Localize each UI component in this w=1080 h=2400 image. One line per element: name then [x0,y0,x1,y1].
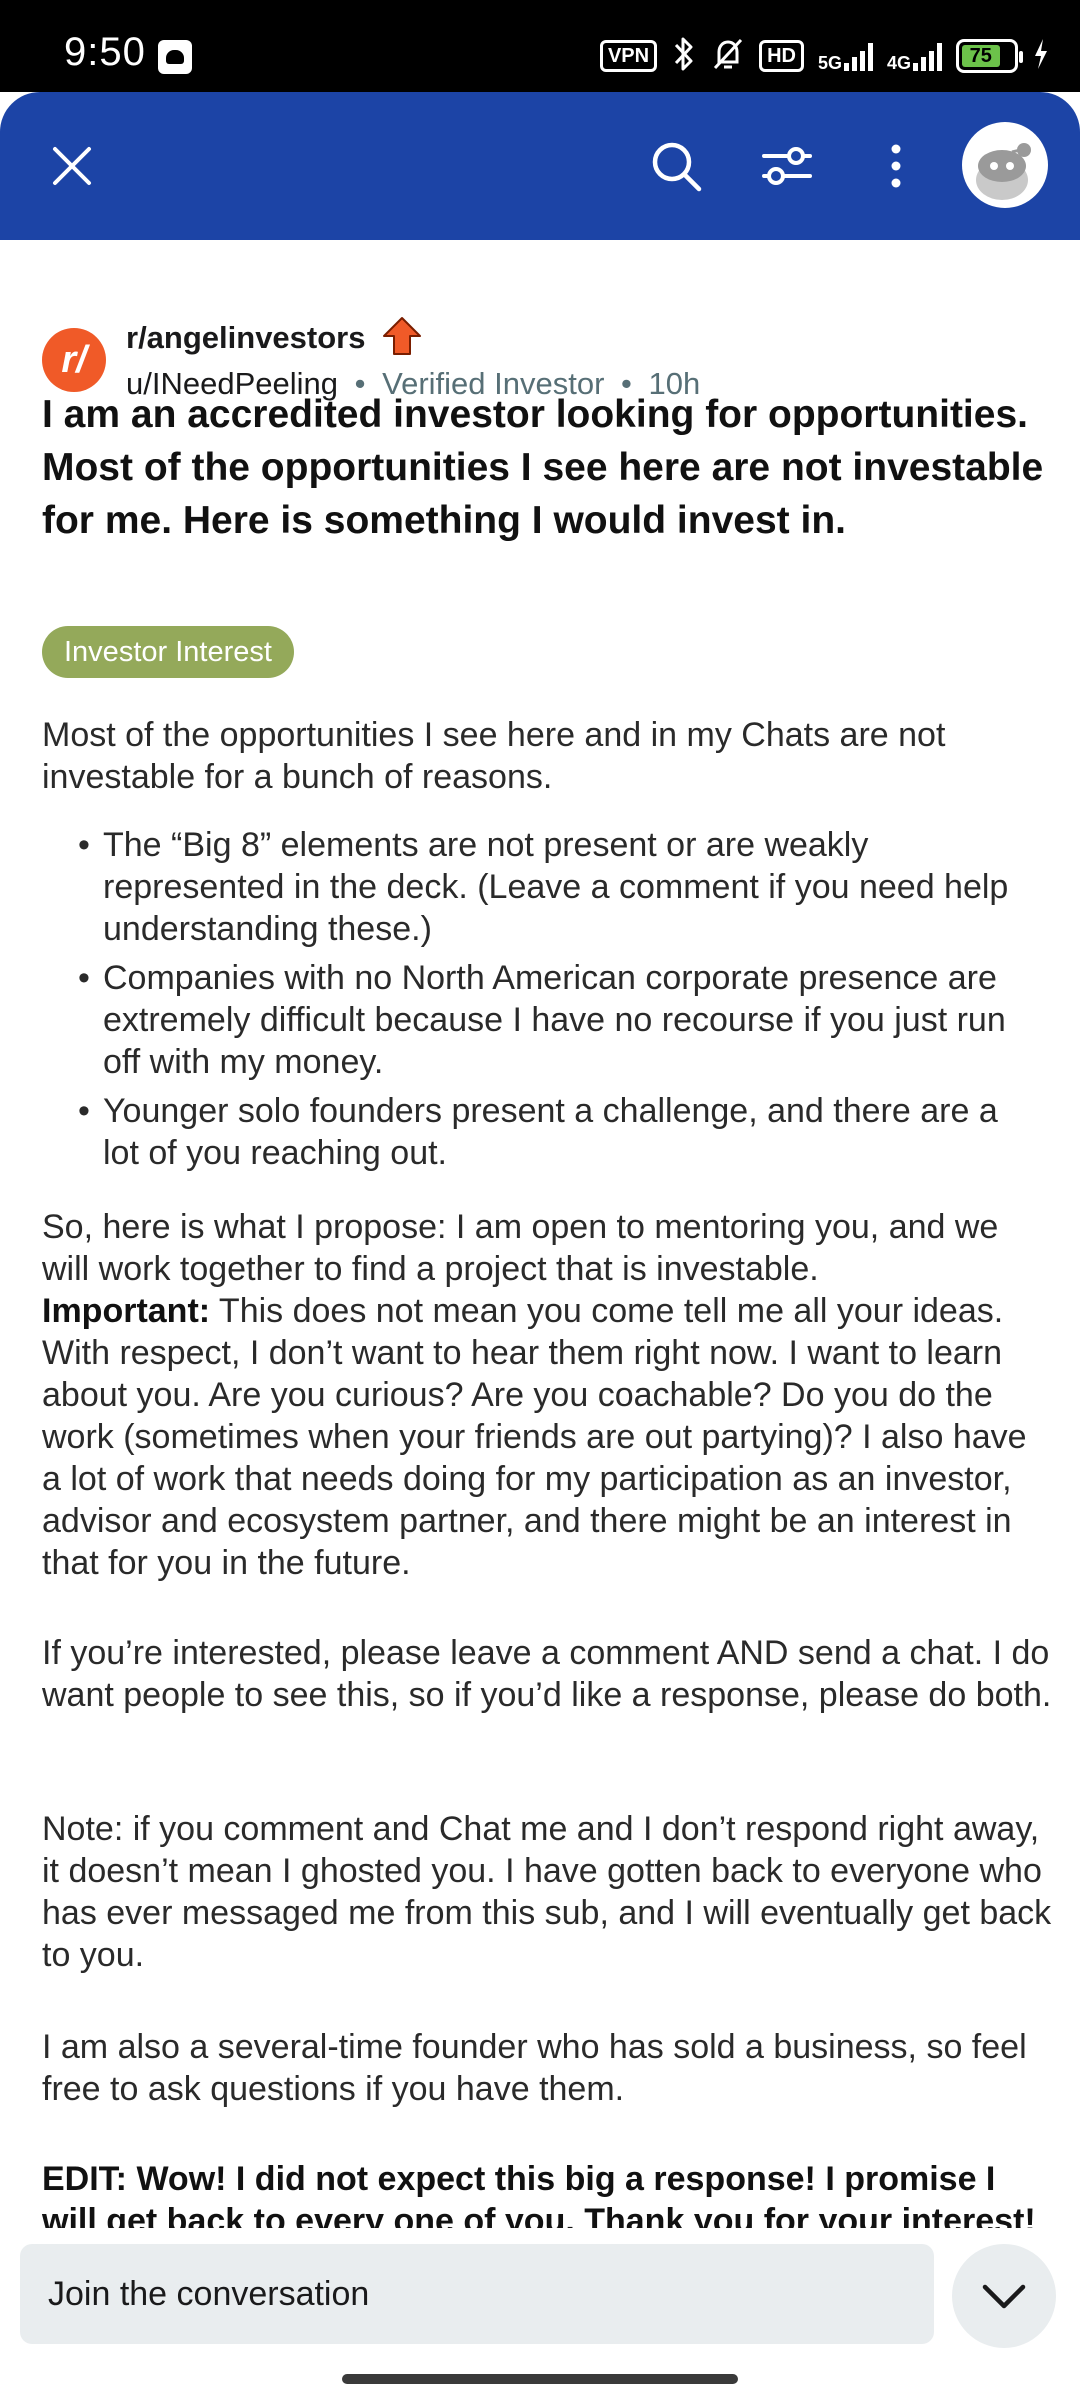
post-header: r/ r/angelinvestors u/INeedPeeling • Ver… [42,280,1042,401]
chevron-down-icon [982,2284,1026,2309]
subreddit-name[interactable]: r/angelinvestors [126,320,365,356]
close-icon [53,147,91,185]
mute-bell-icon [711,36,745,77]
vpn-icon: VPN [599,40,658,72]
status-icons: VPN HD 5G 4G 75 [599,36,1050,77]
hd-voice-icon: HD [759,40,804,72]
filter-button[interactable] [749,128,825,204]
charging-icon [1032,37,1050,76]
subreddit-icon[interactable]: r/ [42,328,106,392]
signal-bars [913,41,942,71]
post-title: I am an accredited investor looking for … [42,393,1044,542]
collapse-button[interactable] [952,2244,1056,2348]
post-flair[interactable]: Investor Interest [42,626,294,678]
user-avatar-button[interactable] [962,122,1048,208]
signal-bars [843,41,873,71]
list-item: The “Big 8” elements are not present or … [78,824,1038,950]
proposal-text: So, here is what I propose: I am open to… [42,1208,999,1288]
join-conversation-input[interactable]: Join the conversation [20,2244,934,2344]
app-bar [0,92,1080,240]
interest-paragraph: If you’re interested, please leave a com… [42,1634,1052,1714]
list-item: Younger solo founders present a challeng… [78,1090,1038,1174]
founder-paragraph: I am also a several-time founder who has… [42,2028,1027,2108]
search-icon [652,142,702,192]
note-paragraph: Note: if you comment and Chat me and I d… [42,1810,1052,1974]
more-vertical-icon [891,144,901,188]
filter-icon [762,147,812,185]
signal-5g-icon: 5G [818,41,873,72]
comment-bar: Join the conversation [0,2228,1080,2400]
status-bar: 9:50 VPN HD 5G 4G 75 [0,0,1080,92]
avatar-icon [976,143,1031,200]
important-text: This does not mean you come tell me all … [42,1292,1027,1582]
reasons-list: The “Big 8” elements are not present or … [78,824,1038,1181]
proposal-paragraph: So, here is what I propose: I am open to… [42,1206,1052,1584]
notification-app-icon [158,40,192,74]
bluetooth-icon [671,36,697,77]
battery-icon: 75 [956,39,1023,73]
post-intro: Most of the opportunities I see here and… [42,716,946,796]
home-indicator[interactable] [342,2374,738,2384]
signal-4g-icon: 4G [887,41,942,72]
upvote-arrow-icon [383,317,421,355]
status-time: 9:50 [64,30,146,74]
important-label: Important: [42,1292,211,1330]
battery-level: 75 [962,45,1000,67]
list-item: Companies with no North American corpora… [78,957,1038,1083]
more-options-button[interactable] [858,128,934,204]
close-button[interactable] [34,128,110,204]
search-button[interactable] [638,128,714,204]
